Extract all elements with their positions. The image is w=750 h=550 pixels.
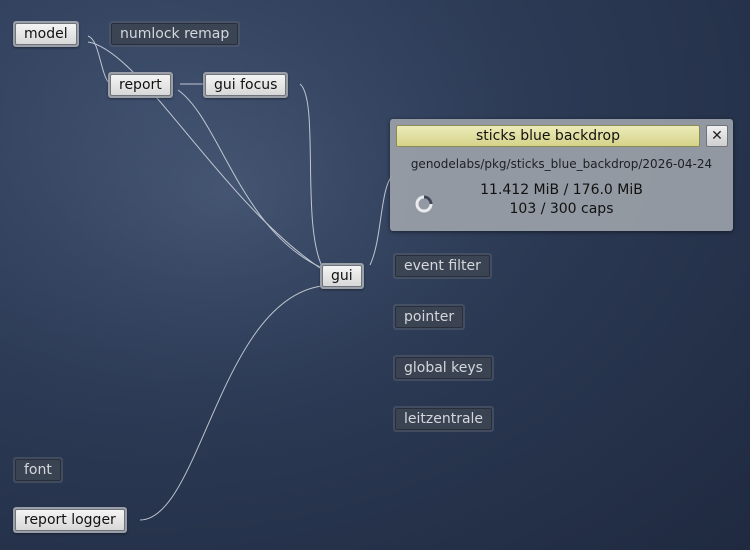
ram-usage: 11.412 MiB / 176.0 MiB [480,182,643,198]
link-report-gui [177,89,323,269]
node-model-label: model [15,23,77,45]
caps-usage: 103 / 300 caps [509,201,614,217]
node-numlock-remap-label: numlock remap [111,23,239,45]
node-leitzentrale-label: leitzentrale [395,408,493,430]
component-title[interactable]: sticks blue backdrop [396,125,700,147]
component-detail-window: sticks blue backdrop ✕ genodelabs/pkg/st… [390,119,733,231]
node-font[interactable]: font [13,457,63,483]
node-pointer[interactable]: pointer [393,304,466,330]
link-gui-focus-gui [299,83,325,271]
node-report-logger-label: report logger [15,509,125,531]
node-font-label: font [15,459,61,481]
node-gui[interactable]: gui [320,263,364,289]
node-global-keys[interactable]: global keys [393,355,494,381]
package-path: genodelabs/pkg/sticks_blue_backdrop/2026… [410,157,713,171]
link-gui-detail [369,175,393,266]
node-model[interactable]: model [13,21,79,47]
node-event-filter[interactable]: event filter [393,253,492,279]
node-gui-focus[interactable]: gui focus [203,72,289,98]
node-event-filter-label: event filter [395,255,490,277]
node-leitzentrale[interactable]: leitzentrale [393,406,495,432]
node-numlock-remap[interactable]: numlock remap [109,21,241,47]
node-global-keys-label: global keys [395,357,492,379]
node-report[interactable]: report [108,72,173,98]
node-report-label: report [110,74,171,96]
link-report-logger-gui [139,285,323,521]
close-icon[interactable]: ✕ [706,125,728,147]
node-report-logger[interactable]: report logger [13,507,127,533]
node-gui-focus-label: gui focus [205,74,287,96]
node-pointer-label: pointer [395,306,464,328]
node-gui-label: gui [322,265,362,287]
